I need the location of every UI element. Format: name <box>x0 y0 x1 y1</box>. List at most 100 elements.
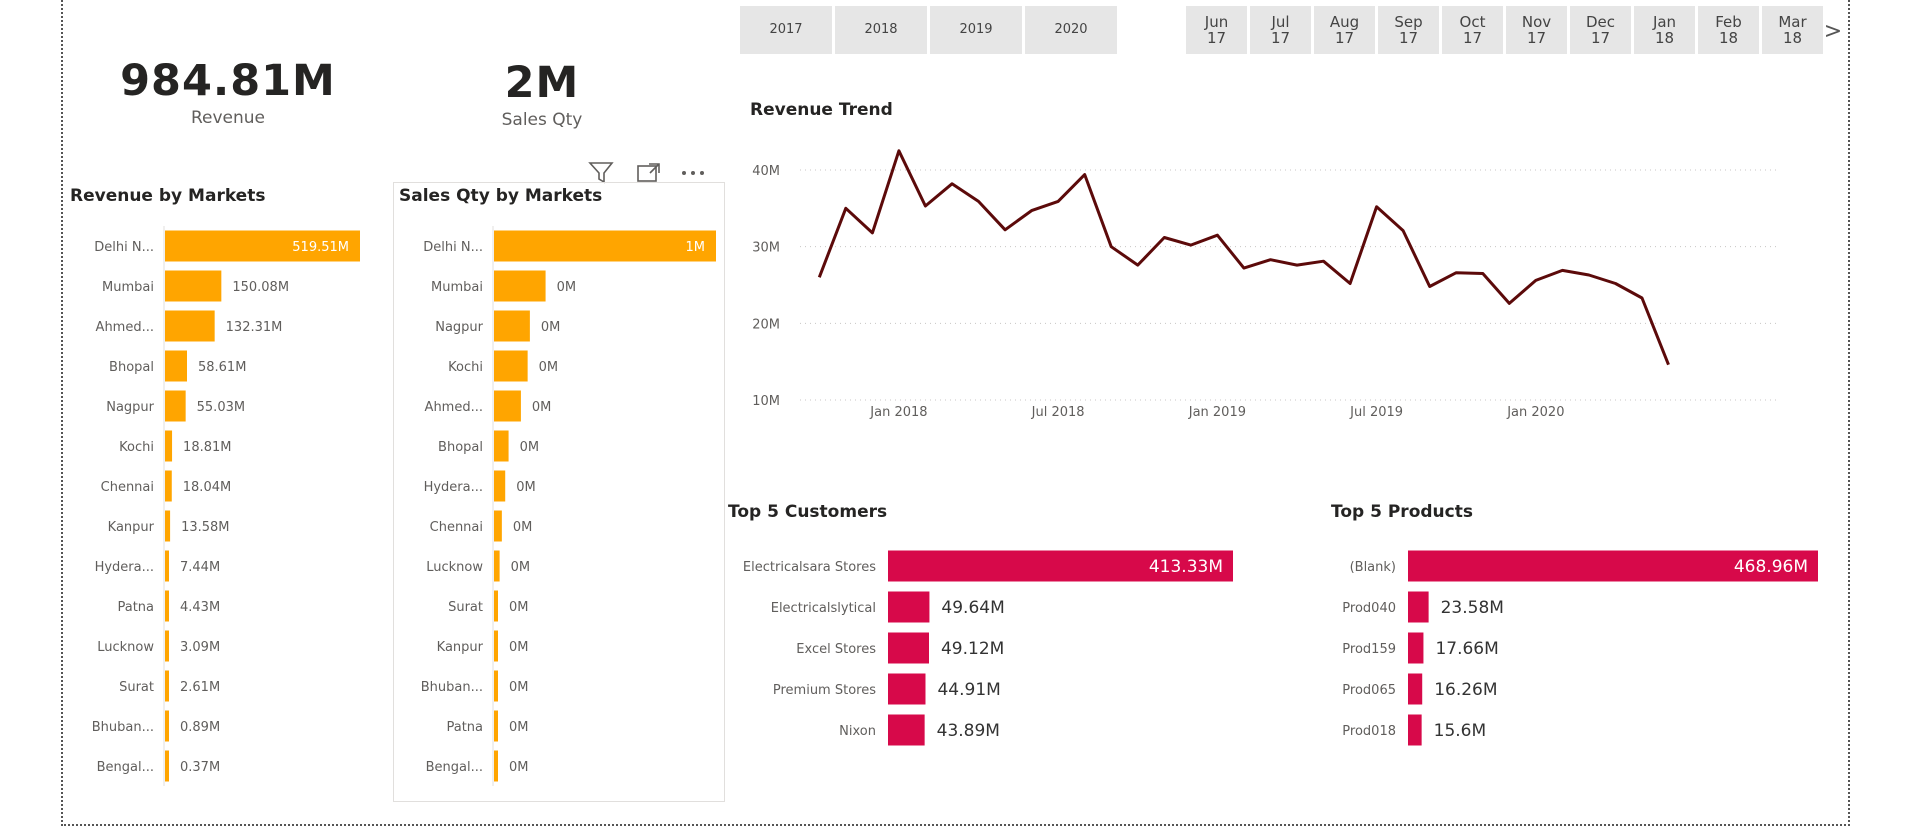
data-point[interactable] <box>1213 231 1221 239</box>
bar[interactable] <box>165 590 169 622</box>
year-slicer-item-2020[interactable]: 2020 <box>1025 6 1117 54</box>
data-point[interactable] <box>1187 241 1195 249</box>
data-point[interactable] <box>1320 257 1328 265</box>
data-label: 49.64M <box>941 598 1004 618</box>
bar[interactable] <box>494 710 498 742</box>
data-point[interactable] <box>868 229 876 237</box>
bar[interactable] <box>494 590 498 622</box>
bar[interactable] <box>494 750 498 782</box>
bar[interactable] <box>494 350 528 382</box>
data-point[interactable] <box>815 273 823 281</box>
focus-mode-icon[interactable] <box>637 163 660 182</box>
revenue-trend-chart[interactable]: 10M 20M 30M 40M Jan 2018 Jul 2018 Jan 2019 Jul … <box>740 130 1800 430</box>
year-slicer-item-2018[interactable]: 2018 <box>835 6 927 54</box>
month-slicer-item[interactable]: Dec 17 <box>1570 6 1631 54</box>
sales-qty-by-markets-chart[interactable]: Delhi N... 1M Mumbai 0M Nagpur 0M Kochi 0M Ahmed… <box>398 226 718 786</box>
filter-icon[interactable] <box>588 162 614 184</box>
bar[interactable] <box>888 591 930 623</box>
bar[interactable] <box>494 670 498 702</box>
revenue-card[interactable]: 984.81M Revenue <box>118 56 338 128</box>
data-point[interactable] <box>975 197 983 205</box>
year-slicer-item-2017[interactable]: 2017 <box>740 6 832 54</box>
data-point[interactable] <box>1240 264 1248 272</box>
data-point[interactable] <box>1426 283 1434 291</box>
month-slicer-item[interactable]: Nov 17 <box>1506 6 1567 54</box>
data-point[interactable] <box>1665 361 1673 369</box>
month-label: Jan <box>1652 13 1677 31</box>
data-point[interactable] <box>1081 171 1089 179</box>
bar[interactable] <box>165 510 171 542</box>
bar[interactable] <box>165 430 173 462</box>
data-point[interactable] <box>1532 276 1540 284</box>
category-label: Premium Stores <box>773 683 876 698</box>
data-point[interactable] <box>921 202 929 210</box>
bar[interactable] <box>165 630 169 662</box>
bar[interactable] <box>494 550 500 582</box>
month-slicer-next-button[interactable]: > <box>1822 14 1844 50</box>
data-point[interactable] <box>1160 233 1168 241</box>
data-point[interactable] <box>1611 279 1619 287</box>
bar[interactable] <box>165 670 169 702</box>
month-slicer-item[interactable]: Jan 18 <box>1634 6 1695 54</box>
bar[interactable] <box>494 270 546 302</box>
month-year-label: 17 <box>1334 29 1355 47</box>
month-slicer-item[interactable]: Sep 17 <box>1378 6 1439 54</box>
category-label: Chennai <box>430 520 483 535</box>
data-point[interactable] <box>895 147 903 155</box>
bar[interactable] <box>888 714 925 746</box>
bar[interactable] <box>494 510 502 542</box>
top-customers-chart[interactable]: Electricalsara Stores 413.33M Electricalsl… <box>728 540 1268 760</box>
month-slicer-item[interactable]: Jul 17 <box>1250 6 1311 54</box>
bar[interactable] <box>165 270 222 302</box>
bar[interactable] <box>165 750 169 782</box>
month-slicer-item[interactable]: Feb 18 <box>1698 6 1759 54</box>
bar[interactable] <box>165 710 169 742</box>
bar[interactable] <box>494 310 530 342</box>
data-point[interactable] <box>948 180 956 188</box>
month-slicer-item[interactable]: Mar 18 <box>1762 6 1823 54</box>
month-slicer-item[interactable]: Aug 17 <box>1314 6 1375 54</box>
bar[interactable] <box>165 310 215 342</box>
data-point[interactable] <box>1558 266 1566 274</box>
data-point[interactable] <box>1452 269 1460 277</box>
bar[interactable] <box>494 630 498 662</box>
data-point[interactable] <box>1373 203 1381 211</box>
year-slicer-item-2019[interactable]: 2019 <box>930 6 1022 54</box>
data-point[interactable] <box>1134 261 1142 269</box>
bar[interactable] <box>888 673 926 705</box>
month-year-label: 17 <box>1462 29 1483 47</box>
bar[interactable] <box>494 470 506 502</box>
bar[interactable] <box>165 550 169 582</box>
bar[interactable] <box>888 632 929 664</box>
bar[interactable] <box>494 390 521 422</box>
month-slicer-item[interactable]: Oct 17 <box>1442 6 1503 54</box>
revenue-by-markets-chart[interactable]: Delhi N... 519.51M Mumbai 150.08M Ahmed... 13… <box>70 226 390 786</box>
data-point[interactable] <box>1638 294 1646 302</box>
data-point[interactable] <box>842 204 850 212</box>
bar[interactable] <box>1408 673 1423 705</box>
data-point[interactable] <box>1399 227 1407 235</box>
bar[interactable] <box>1408 714 1422 746</box>
data-point[interactable] <box>1107 243 1115 251</box>
bar[interactable] <box>1408 591 1429 623</box>
data-point[interactable] <box>1346 279 1354 287</box>
bar[interactable] <box>165 390 186 422</box>
more-options-icon[interactable] <box>682 171 704 175</box>
bar[interactable] <box>1408 632 1424 664</box>
data-point[interactable] <box>1028 207 1036 215</box>
data-point[interactable] <box>1585 271 1593 279</box>
bar[interactable] <box>165 350 187 382</box>
bar[interactable] <box>165 470 172 502</box>
top-products-chart[interactable]: (Blank) 468.96M Prod040 23.58M Prod159 17.66M… <box>1320 540 1830 760</box>
revenue-series-line[interactable] <box>817 149 1670 366</box>
data-point[interactable] <box>1479 270 1487 278</box>
bar[interactable] <box>494 230 716 262</box>
data-point[interactable] <box>1293 261 1301 269</box>
month-slicer-item[interactable]: Jun 17 <box>1186 6 1247 54</box>
data-point[interactable] <box>1266 256 1274 264</box>
bar[interactable] <box>494 430 509 462</box>
data-point[interactable] <box>1505 299 1513 307</box>
data-point[interactable] <box>1054 197 1062 205</box>
sales-qty-card[interactable]: 2M Sales Qty <box>432 58 652 130</box>
data-point[interactable] <box>1001 226 1009 234</box>
